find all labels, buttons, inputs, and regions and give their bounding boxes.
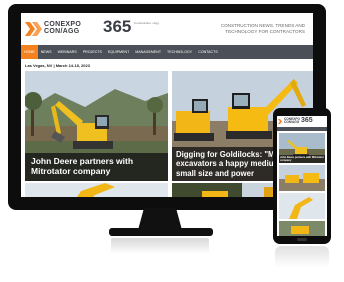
desktop-screen: CONEXPO CON/AGG 365 Construction • Agg C… [21,13,313,197]
article-card-main[interactable]: John Deere partners with Mitrotator comp… [25,71,168,181]
nav-item-technology[interactable]: Technology [164,45,195,59]
logo-365-subtitle: Construction • Agg [134,21,159,25]
article-main-caption[interactable]: John Deere partners with Mitrotator comp… [25,153,168,181]
phone-site-logo[interactable]: CONEXPO CON/AGG [284,117,300,125]
phone-reflection [275,246,329,268]
logo-line2: CON/AGG [44,28,80,35]
phone-article-card-3[interactable] [279,193,325,219]
monitor-stand-neck [138,208,182,230]
phone-yellow-excavators-image [279,165,325,191]
monitor-stand-reflection [111,238,209,254]
site-header: CONEXPO CON/AGG 365 Construction • Agg C… [21,13,313,45]
logo-chevrons-icon [25,22,42,36]
site-tagline: CONSTRUCTION NEWS, TRENDS AND TECHNOLOGY… [220,23,305,34]
article-card-bottom-left[interactable] [25,183,168,197]
event-dateline: Las Vegas, NV | March 14-18, 2023 [25,63,90,68]
nav-item-news[interactable]: News [38,45,55,59]
nav-item-contacts[interactable]: Contacts [195,45,221,59]
phone-nav-bar[interactable] [277,127,327,131]
logo-365: 365 [103,17,132,36]
nav-item-management[interactable]: Management [132,45,164,59]
phone-article-caption[interactable]: John Deere partners with Mitrotator comp… [279,155,325,163]
phone-article-card-1[interactable]: John Deere partners with Mitrotator comp… [279,133,325,163]
site-logo[interactable]: CONEXPO CON/AGG [44,21,88,35]
nav-item-equipment[interactable]: Equipment [105,45,132,59]
excavator-thumb-image [25,183,168,197]
nav-item-projects[interactable]: Projects [80,45,105,59]
mobile-phone: CONEXPO CON/AGG 365 John Deere partners … [273,108,331,244]
phone-screen: CONEXPO CON/AGG 365 John Deere partners … [277,116,327,236]
phone-article-card-2[interactable] [279,165,325,191]
phone-logo-365: 365 [301,117,313,124]
monitor-stand-base [109,228,213,236]
phone-logo-line2: CON/AGG [284,120,300,125]
phone-article-card-4[interactable] [279,221,325,236]
phone-home-button[interactable] [297,238,307,241]
main-nav: Home News Webinars Projects Equipment Ma… [21,45,313,59]
nav-item-home[interactable]: Home [21,45,38,59]
phone-jobsite-image [279,221,325,236]
nav-item-webinars[interactable]: Webinars [55,45,80,59]
phone-construction-image [279,193,325,219]
logo-line1: CONEXPO [44,21,82,28]
